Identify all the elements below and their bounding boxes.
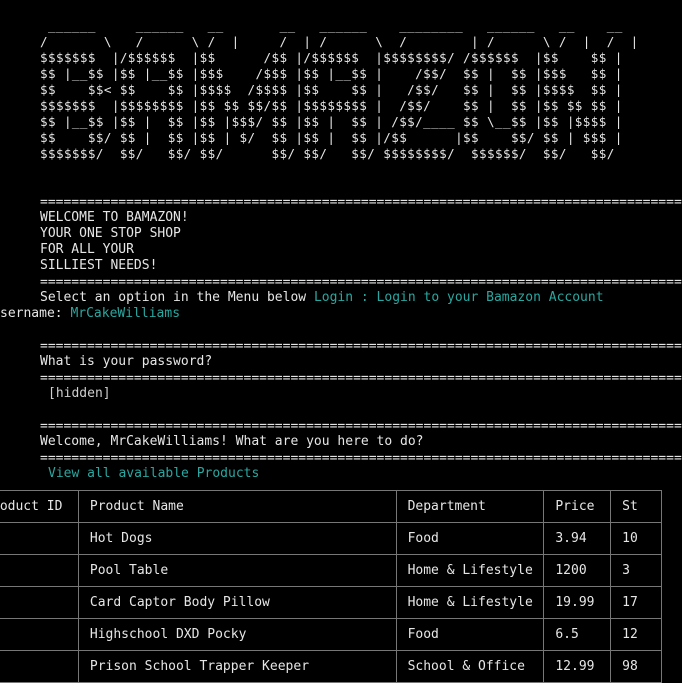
column-header-product-id: roduct ID: [0, 490, 79, 523]
menu-prompt-line: Select an option in the Menu below Login…: [40, 290, 604, 306]
username-label: sername:: [0, 306, 63, 321]
table-row: Card Captor Body Pillow Home & Lifestyle…: [0, 586, 662, 619]
separator-line: ========================================…: [40, 195, 682, 210]
column-header-stock: St: [610, 490, 662, 523]
ascii-logo-line: $$$$$$$ |/$$$$$$ |$$ /$$ |/$$$$$$ |$$$$$…: [40, 50, 623, 65]
separator-line: ========================================…: [40, 451, 682, 466]
cell-product-id: [0, 618, 79, 651]
cell-department: School & Office: [395, 650, 545, 683]
cell-product-id: [0, 522, 79, 555]
column-header-price: Price: [543, 490, 612, 523]
cell-stock: 17: [610, 586, 662, 619]
products-table: roduct ID Product Name Department Price …: [0, 490, 662, 683]
cell-product-id: [0, 554, 79, 587]
cell-price: 6.5: [543, 618, 612, 651]
username-input[interactable]: MrCakeWilliams: [70, 306, 180, 321]
separator-line: ========================================…: [40, 371, 682, 386]
separator-line: ========================================…: [40, 339, 682, 354]
menu-prompt: Select an option in the Menu below: [40, 290, 307, 305]
action-selection[interactable]: View all available Products: [48, 466, 259, 482]
cell-product-id: [0, 586, 79, 619]
cell-price: 19.99: [543, 586, 612, 619]
column-header-department: Department: [395, 490, 545, 523]
cell-stock: 3: [610, 554, 662, 587]
cell-product-id: [0, 650, 79, 683]
cell-product-name: Prison School Trapper Keeper: [77, 650, 397, 683]
welcome-banner-line: WELCOME TO BAMAZON!: [40, 210, 189, 225]
password-prompt: What is your password?: [40, 354, 213, 369]
cell-price: 12.99: [543, 650, 612, 683]
ascii-logo-line: $$$$$$$ |$$$$$$$$ |$$ $$ $$/$$ |$$$$$$$$…: [40, 98, 623, 113]
welcome-user-message: Welcome, MrCakeWilliams! What are you he…: [40, 434, 424, 449]
welcome-banner-line: YOUR ONE STOP SHOP: [40, 226, 181, 241]
column-header-product-name: Product Name: [77, 490, 397, 523]
cell-stock: 12: [610, 618, 662, 651]
cell-department: Food: [395, 618, 545, 651]
table-row: Pool Table Home & Lifestyle 1200 3: [0, 554, 662, 587]
separator-line: ========================================…: [40, 419, 682, 434]
ascii-logo-line: $$ |__$$ |$$ | $$ |$$ |$$$/ $$ |$$ | $$ …: [40, 114, 623, 129]
ascii-logo-line: $$ $$/ $$ | $$ |$$ | $/ $$ |$$ | $$ |/$$…: [40, 130, 623, 145]
menu-selection[interactable]: Login : Login to your Bamazon Account: [314, 290, 604, 305]
table-row: Highschool DXD Pocky Food 6.5 12: [0, 618, 662, 651]
welcome-banner-line: SILLIEST NEEDS!: [40, 258, 158, 273]
cell-stock: 10: [610, 522, 662, 555]
cell-department: Home & Lifestyle: [395, 554, 545, 587]
cell-department: Home & Lifestyle: [395, 586, 545, 619]
cell-price: 1200: [543, 554, 612, 587]
password-input[interactable]: [hidden]: [48, 386, 111, 402]
cell-price: 3.94: [543, 522, 612, 555]
cell-department: Food: [395, 522, 545, 555]
ascii-logo-line: $$ |__$$ |$$ |__$$ |$$$ /$$$ |$$ |__$$ |…: [40, 66, 623, 81]
ascii-logo-line: $$$$$$$/ $$/ $$/ $$/ $$/ $$/ $$/ $$$$$$$…: [40, 146, 615, 161]
cell-stock: 98: [610, 650, 662, 683]
table-row: Hot Dogs Food 3.94 10: [0, 522, 662, 555]
ascii-logo-line: $$ $$< $$ $$ |$$$$ /$$$$ |$$ $$ | /$$/ $…: [40, 82, 623, 97]
ascii-logo-line: / \ / \ / | / | / \ / | / \ / | / |: [40, 34, 639, 49]
welcome-banner-line: FOR ALL YOUR: [40, 242, 134, 257]
ascii-logo-line: ______ ______ __ __ ______ ________ ____…: [40, 18, 623, 33]
cell-product-name: Pool Table: [77, 554, 397, 587]
table-header-row: roduct ID Product Name Department Price …: [0, 490, 662, 523]
cell-product-name: Card Captor Body Pillow: [77, 586, 397, 619]
table-row: Prison School Trapper Keeper School & Of…: [0, 650, 662, 683]
separator-line: ========================================…: [40, 275, 682, 290]
cell-product-name: Highschool DXD Pocky: [77, 618, 397, 651]
cell-product-name: Hot Dogs: [77, 522, 397, 555]
username-line: sername: MrCakeWilliams: [0, 306, 180, 322]
